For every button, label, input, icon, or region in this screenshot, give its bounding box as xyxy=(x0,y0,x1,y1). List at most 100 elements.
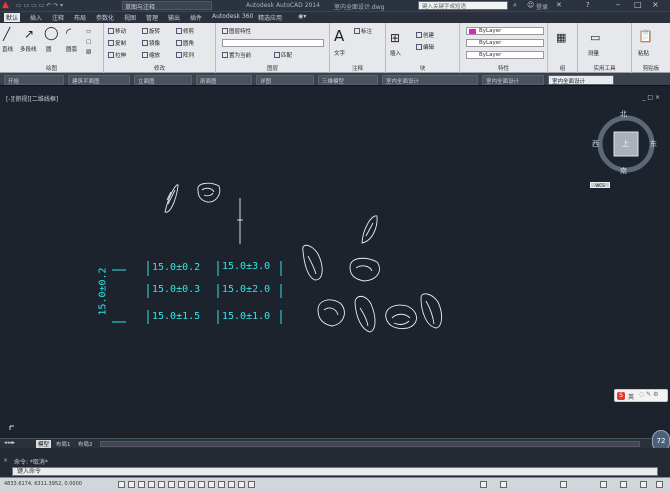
tab-layout[interactable]: 布局 xyxy=(72,13,88,22)
minimize-button[interactable]: – xyxy=(616,0,620,9)
horizontal-scrollbar[interactable] xyxy=(100,441,640,447)
mirror-button[interactable]: 镜像 xyxy=(142,39,160,47)
maximize-button[interactable]: □ xyxy=(634,0,642,9)
polar-toggle[interactable] xyxy=(148,481,155,488)
isolate-objects-button[interactable] xyxy=(620,481,627,488)
doc-tab[interactable]: 三维模型 xyxy=(318,75,378,85)
set-current-button[interactable]: 置为当前 xyxy=(222,51,251,59)
drawing-viewport[interactable]: [-][俯视][二维线框] _ □ × 北 南 东 西 上 WCS 15.0±0… xyxy=(0,86,670,438)
color-select[interactable]: ByLayer xyxy=(466,27,544,35)
tab-autodesk360[interactable]: Autodesk 360 xyxy=(210,13,255,22)
linetype-select[interactable]: ByLayer xyxy=(466,39,544,47)
login-link[interactable]: 登录 xyxy=(536,2,548,11)
user-icon[interactable]: ☺ xyxy=(527,1,534,9)
rotate-button[interactable]: 旋转 xyxy=(142,27,160,35)
help-icon[interactable]: ? xyxy=(586,1,590,9)
tab-output[interactable]: 输出 xyxy=(166,13,182,22)
layer-properties-button[interactable]: 图层特性 xyxy=(222,27,251,35)
snap-toggle[interactable] xyxy=(118,481,125,488)
dimension-text[interactable]: 15.0±1.0 xyxy=(222,311,270,322)
text-button[interactable]: A xyxy=(334,27,344,45)
grid-toggle[interactable] xyxy=(128,481,135,488)
workspace-select[interactable]: 草图与注释 xyxy=(122,1,212,11)
doc-tab-active[interactable]: 室内全面设计 xyxy=(548,75,614,85)
workspace-switch-button[interactable] xyxy=(560,481,567,488)
tab-manage[interactable]: 管理 xyxy=(144,13,160,22)
paste-button[interactable]: 📋 xyxy=(638,29,653,43)
ime-toolbar[interactable]: S 英 ◌ ✎ ⚙ xyxy=(614,389,668,402)
qp-toggle[interactable] xyxy=(228,481,235,488)
stretch-button[interactable]: 拉伸 xyxy=(108,51,126,59)
insert-block-button[interactable]: ⊞ xyxy=(390,31,400,45)
ime-tools-icon[interactable]: ◌ ✎ ⚙ xyxy=(639,391,658,398)
ribbon-toggle-icon[interactable]: ◉▾ xyxy=(298,13,306,20)
circle-button[interactable]: ◯ xyxy=(44,26,59,41)
lineweight-select[interactable]: ByLayer xyxy=(466,51,544,59)
otrack-toggle[interactable] xyxy=(178,481,185,488)
search-icon[interactable]: ⌕ xyxy=(513,1,517,10)
arc-button[interactable]: ◜ xyxy=(66,26,71,41)
doc-tab[interactable]: 建筑平面图 xyxy=(68,75,130,85)
dimension-text[interactable]: 15.0±0.3 xyxy=(152,284,200,295)
doc-tab[interactable]: 室内全面设计 xyxy=(482,75,544,85)
line-button[interactable]: ╱ xyxy=(3,27,10,41)
tab-plugins[interactable]: 插件 xyxy=(188,13,204,22)
3dosnap-toggle[interactable] xyxy=(168,481,175,488)
osnap-toggle[interactable] xyxy=(158,481,165,488)
tab-parametric[interactable]: 参数化 xyxy=(94,13,116,22)
tpy-toggle[interactable] xyxy=(218,481,225,488)
sc-toggle[interactable] xyxy=(238,481,245,488)
array-button[interactable]: 阵列 xyxy=(176,51,194,59)
draw-tools-small[interactable]: ▭ ▢ ▧ xyxy=(86,27,91,57)
scale-button[interactable]: 缩放 xyxy=(142,51,160,59)
tab-layout2[interactable]: 布局2 xyxy=(76,440,95,448)
annotation-scale-button[interactable] xyxy=(500,481,507,488)
search-input[interactable]: 键入关键字或短语 xyxy=(418,1,508,10)
quick-access-toolbar[interactable]: ▭ ▭ ▭ ▭ ↶ ↷ ▾ xyxy=(16,2,116,10)
tab-view[interactable]: 视图 xyxy=(122,13,138,22)
app-menu-button[interactable]: ▲ xyxy=(2,1,12,11)
dimension-text[interactable]: 15.0±0.2 xyxy=(152,262,200,273)
edit-block-button[interactable]: 编辑 xyxy=(416,43,434,51)
lwt-toggle[interactable] xyxy=(208,481,215,488)
am-toggle[interactable] xyxy=(248,481,255,488)
fillet-button[interactable]: 圆角 xyxy=(176,39,194,47)
tab-layout1[interactable]: 布局1 xyxy=(54,440,73,448)
doc-tab[interactable]: 剖面图 xyxy=(196,75,252,85)
tab-model[interactable]: 模型 xyxy=(36,440,52,448)
command-input[interactable]: 键入命令 xyxy=(12,467,658,476)
tab-insert[interactable]: 插入 xyxy=(28,13,44,22)
match-layer-button[interactable]: 匹配 xyxy=(274,51,292,59)
ime-mode-label[interactable]: 英 xyxy=(628,392,634,401)
lock-ui-button[interactable] xyxy=(600,481,607,488)
polyline-button[interactable]: ↗ xyxy=(24,27,34,41)
measure-button[interactable]: ▭ xyxy=(590,31,600,44)
close-button[interactable]: × xyxy=(652,0,659,9)
dimension-text-vertical[interactable]: 15.0±0.2 xyxy=(98,267,109,315)
doc-tab[interactable]: 立面图 xyxy=(134,75,192,85)
create-block-button[interactable]: 创建 xyxy=(416,31,434,39)
doc-tab[interactable]: 开始 xyxy=(4,75,64,85)
copy-button[interactable]: 复制 xyxy=(108,39,126,47)
tab-home[interactable]: 默认 xyxy=(4,13,21,22)
trim-button[interactable]: 修剪 xyxy=(176,27,194,35)
tab-annotate[interactable]: 注释 xyxy=(50,13,66,22)
hardware-accel-button[interactable] xyxy=(640,481,647,488)
move-button[interactable]: 移动 xyxy=(108,27,126,35)
ortho-toggle[interactable] xyxy=(138,481,145,488)
doc-tab[interactable]: 室内全面设计 xyxy=(382,75,478,85)
tab-featured-apps[interactable]: 精选应用 xyxy=(256,13,284,22)
model-space-toggle[interactable] xyxy=(480,481,487,488)
ducs-toggle[interactable] xyxy=(188,481,195,488)
dimension-text[interactable]: 15.0±3.0 xyxy=(222,261,270,272)
exchange-icon[interactable]: ✕ xyxy=(556,1,562,9)
layout-nav-arrows[interactable]: ◂◂◂▸ xyxy=(2,440,17,446)
dimension-button[interactable]: 标注 xyxy=(354,27,372,37)
doc-tab[interactable]: 详图 xyxy=(256,75,314,85)
dimension-text[interactable]: 15.0±2.0 xyxy=(222,284,270,295)
group-button[interactable]: ▦ xyxy=(556,31,566,44)
dyn-toggle[interactable] xyxy=(198,481,205,488)
dimension-text[interactable]: 15.0±1.5 xyxy=(152,311,200,322)
clean-screen-button[interactable] xyxy=(656,481,663,488)
command-close-icon[interactable]: × xyxy=(3,457,8,464)
